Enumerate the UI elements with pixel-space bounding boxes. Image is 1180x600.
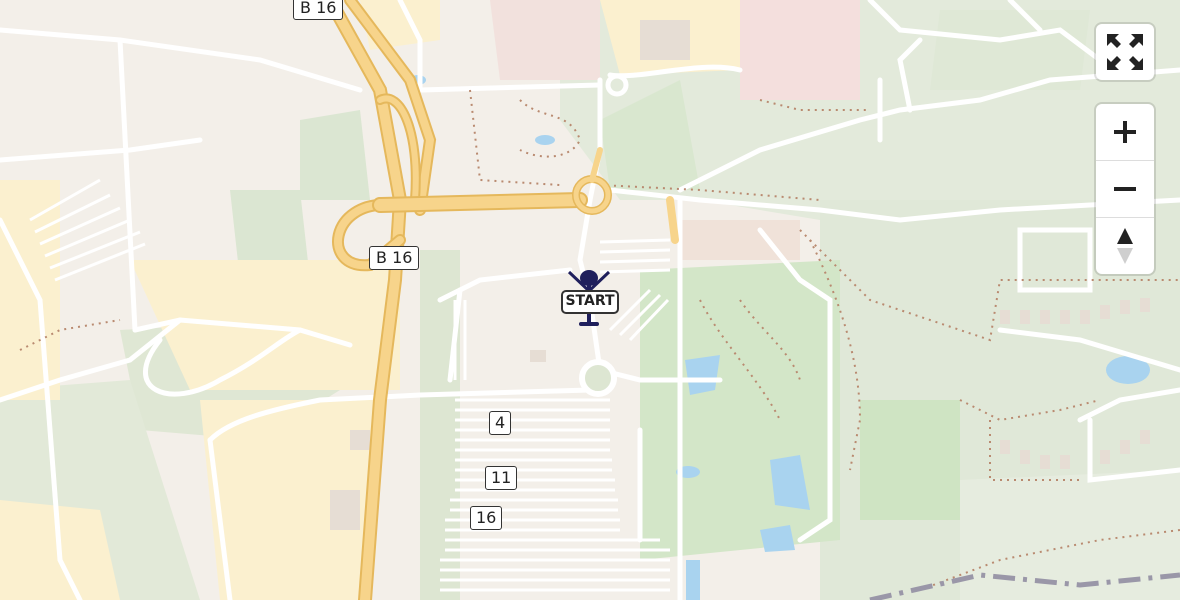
fullscreen-icon — [1107, 34, 1143, 70]
roundabout-south — [579, 359, 617, 397]
reset-north-button[interactable] — [1096, 217, 1154, 274]
zoom-out-button[interactable] — [1096, 160, 1154, 217]
parking-label-4: 4 — [489, 411, 512, 435]
fullscreen-control — [1096, 24, 1154, 80]
zoom-controls — [1096, 104, 1154, 274]
minus-icon — [1114, 187, 1136, 191]
parking-label-16: 16 — [470, 506, 503, 530]
parking-label-11: 11 — [485, 466, 518, 490]
zoom-in-button[interactable] — [1096, 104, 1154, 160]
plus-icon — [1114, 121, 1136, 143]
road-shield-b16: B 16 — [369, 246, 420, 270]
fullscreen-button[interactable] — [1096, 24, 1154, 80]
start-label: START — [561, 290, 619, 314]
compass-icon — [1117, 228, 1133, 264]
road-shield-b16: B 16 — [293, 0, 344, 20]
